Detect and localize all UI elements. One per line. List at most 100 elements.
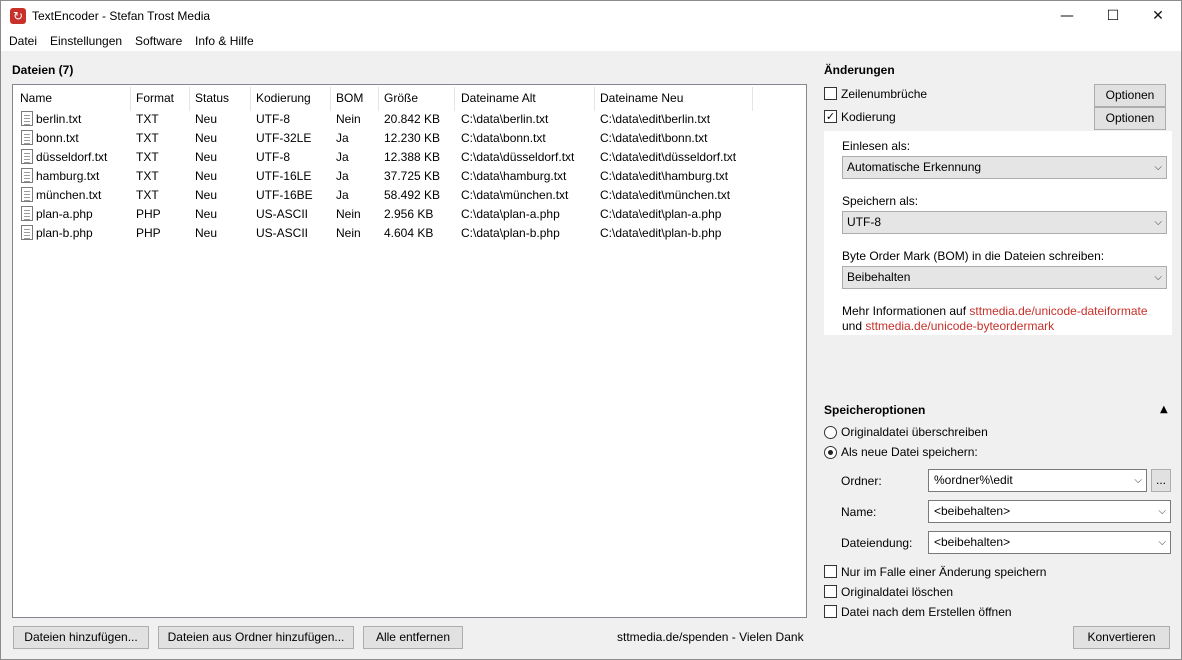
column-separator[interactable] bbox=[378, 87, 379, 111]
menu-software[interactable]: Software bbox=[135, 34, 182, 48]
file-path-new: C:\data\edit\plan-b.php bbox=[600, 226, 722, 240]
file-row[interactable]: hamburg.txt TXT Neu UTF-16LE Ja 37.725 K… bbox=[13, 167, 806, 186]
column-header-status[interactable]: Status bbox=[195, 91, 229, 105]
file-bom: Ja bbox=[336, 150, 349, 164]
file-list[interactable]: Name Format Status Kodierung BOM Größe D… bbox=[12, 84, 807, 618]
file-path-old: C:\data\hamburg.txt bbox=[461, 169, 567, 183]
text-file-icon bbox=[21, 149, 33, 164]
app-logo-icon: ↻ bbox=[10, 8, 26, 24]
file-size: 20.842 KB bbox=[384, 112, 441, 126]
column-separator[interactable] bbox=[594, 87, 595, 111]
file-name: berlin.txt bbox=[36, 112, 82, 126]
column-header-name[interactable]: Name bbox=[20, 91, 52, 105]
menu-einstellungen[interactable]: Einstellungen bbox=[50, 34, 122, 48]
convert-button[interactable]: Konvertieren bbox=[1073, 626, 1170, 649]
file-row[interactable]: bonn.txt TXT Neu UTF-32LE Ja 12.230 KB C… bbox=[13, 129, 806, 148]
delete-original-label[interactable]: Originaldatei löschen bbox=[841, 585, 953, 599]
file-format: PHP bbox=[136, 207, 161, 221]
column-header-groesse[interactable]: Größe bbox=[384, 91, 418, 105]
save-as-value: UTF-8 bbox=[847, 215, 881, 229]
file-encoding: UTF-32LE bbox=[256, 131, 312, 145]
file-path-old: C:\data\münchen.txt bbox=[461, 188, 569, 202]
menu-info-hilfe[interactable]: Info & Hilfe bbox=[195, 34, 254, 48]
save-new-label[interactable]: Als neue Datei speichern: bbox=[841, 445, 978, 459]
bom-select[interactable]: Beibehalten ⌵ bbox=[842, 266, 1167, 289]
read-as-select[interactable]: Automatische Erkennung ⌵ bbox=[842, 156, 1167, 179]
chevron-down-icon: ⌵ bbox=[1158, 506, 1166, 517]
column-header-dateiname-neu[interactable]: Dateiname Neu bbox=[600, 91, 683, 105]
column-separator[interactable] bbox=[130, 87, 131, 111]
file-row[interactable]: düsseldorf.txt TXT Neu UTF-8 Ja 12.388 K… bbox=[13, 148, 806, 167]
encoding-checkbox[interactable]: ✓ bbox=[824, 110, 837, 123]
chevron-down-icon: ⌵ bbox=[1158, 537, 1166, 548]
file-size: 12.388 KB bbox=[384, 150, 441, 164]
overwrite-label[interactable]: Originaldatei überschreiben bbox=[841, 425, 988, 439]
changes-heading: Änderungen bbox=[824, 63, 895, 77]
file-name: plan-a.php bbox=[36, 207, 93, 221]
name-label: Name: bbox=[841, 505, 877, 519]
text-file-icon bbox=[21, 168, 33, 183]
info-and: und bbox=[842, 319, 863, 333]
open-after-label[interactable]: Datei nach dem Erstellen öffnen bbox=[841, 605, 1012, 619]
save-new-radio[interactable] bbox=[824, 446, 837, 459]
file-path-new: C:\data\edit\plan-a.php bbox=[600, 207, 722, 221]
file-row[interactable]: plan-a.php PHP Neu US-ASCII Nein 2.956 K… bbox=[13, 205, 806, 224]
column-separator[interactable] bbox=[250, 87, 251, 111]
chevron-down-icon: ⌵ bbox=[1154, 162, 1162, 173]
name-combo[interactable]: <beibehalten> ⌵ bbox=[928, 500, 1171, 523]
unicode-formats-link[interactable]: sttmedia.de/unicode-dateiformate bbox=[969, 304, 1147, 318]
file-bom: Ja bbox=[336, 131, 349, 145]
text-file-icon bbox=[21, 187, 33, 202]
unicode-bom-link[interactable]: sttmedia.de/unicode-byteordermark bbox=[865, 319, 1054, 333]
maximize-button[interactable]: ☐ bbox=[1090, 1, 1136, 32]
read-as-label: Einlesen als: bbox=[842, 139, 911, 153]
file-bom: Ja bbox=[336, 169, 349, 183]
only-on-change-label[interactable]: Nur im Falle einer Änderung speichern bbox=[841, 565, 1046, 579]
title-bar: ↻ TextEncoder - Stefan Trost Media — ☐ ✕ bbox=[1, 1, 1181, 32]
file-encoding: UTF-8 bbox=[256, 150, 290, 164]
delete-original-checkbox[interactable] bbox=[824, 585, 837, 598]
encoding-options-button[interactable]: Optionen bbox=[1094, 107, 1166, 130]
browse-folder-button[interactable]: ... bbox=[1151, 469, 1171, 492]
line-breaks-checkbox[interactable] bbox=[824, 87, 837, 100]
file-row[interactable]: plan-b.php PHP Neu US-ASCII Nein 4.604 K… bbox=[13, 224, 806, 243]
save-as-select[interactable]: UTF-8 ⌵ bbox=[842, 211, 1167, 234]
line-breaks-options-button[interactable]: Optionen bbox=[1094, 84, 1166, 107]
folder-label: Ordner: bbox=[841, 474, 882, 488]
column-header-kodierung[interactable]: Kodierung bbox=[256, 91, 311, 105]
add-folder-button[interactable]: Dateien aus Ordner hinzufügen... bbox=[158, 626, 354, 649]
file-size: 12.230 KB bbox=[384, 131, 441, 145]
file-size: 4.604 KB bbox=[384, 226, 434, 240]
column-header-dateiname-alt[interactable]: Dateiname Alt bbox=[461, 91, 536, 105]
file-row[interactable]: berlin.txt TXT Neu UTF-8 Nein 20.842 KB … bbox=[13, 110, 806, 129]
file-name: bonn.txt bbox=[36, 131, 79, 145]
column-separator[interactable] bbox=[330, 87, 331, 111]
folder-combo[interactable]: %ordner%\edit ⌵ bbox=[928, 469, 1147, 492]
minimize-button[interactable]: — bbox=[1044, 1, 1090, 32]
donate-link[interactable]: sttmedia.de/spenden - Vielen Dank bbox=[617, 630, 804, 644]
file-row[interactable]: münchen.txt TXT Neu UTF-16BE Ja 58.492 K… bbox=[13, 186, 806, 205]
column-separator[interactable] bbox=[189, 87, 190, 111]
file-status: Neu bbox=[195, 169, 218, 183]
remove-all-button[interactable]: Alle entfernen bbox=[363, 626, 463, 649]
add-files-button[interactable]: Dateien hinzufügen... bbox=[13, 626, 149, 649]
menu-datei[interactable]: Datei bbox=[9, 34, 37, 48]
file-path-old: C:\data\plan-a.php bbox=[461, 207, 560, 221]
file-name: hamburg.txt bbox=[36, 169, 100, 183]
collapse-arrow-icon[interactable]: ▲ bbox=[1160, 404, 1168, 415]
encoding-label[interactable]: Kodierung bbox=[841, 110, 896, 124]
close-button[interactable]: ✕ bbox=[1135, 1, 1181, 32]
column-separator[interactable] bbox=[752, 87, 753, 111]
column-header-format[interactable]: Format bbox=[136, 91, 174, 105]
line-breaks-label[interactable]: Zeilenumbrüche bbox=[841, 87, 927, 101]
overwrite-radio[interactable] bbox=[824, 426, 837, 439]
extension-combo[interactable]: <beibehalten> ⌵ bbox=[928, 531, 1171, 554]
info-line-1: Mehr Informationen auf sttmedia.de/unico… bbox=[842, 304, 1148, 318]
only-on-change-checkbox[interactable] bbox=[824, 565, 837, 578]
open-after-checkbox[interactable] bbox=[824, 605, 837, 618]
file-bom: Ja bbox=[336, 188, 349, 202]
file-format: TXT bbox=[136, 188, 159, 202]
column-header-bom[interactable]: BOM bbox=[336, 91, 363, 105]
check-mark-icon: ✓ bbox=[825, 110, 836, 123]
column-separator[interactable] bbox=[454, 87, 455, 111]
